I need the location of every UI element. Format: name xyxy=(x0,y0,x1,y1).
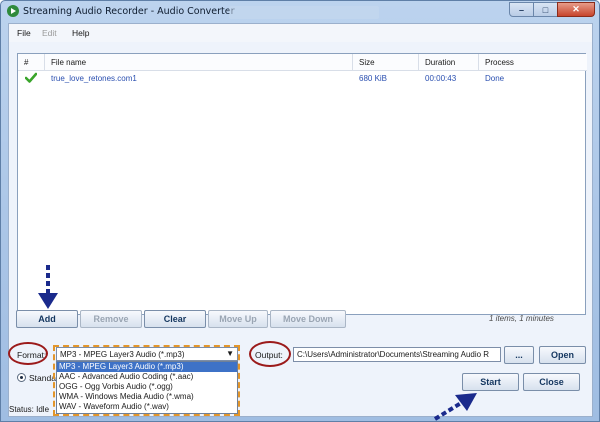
format-label: Format: xyxy=(17,350,47,360)
list-summary: 1 items, 1 minutes xyxy=(489,314,554,323)
browse-button[interactable]: ... xyxy=(504,346,534,364)
table-row[interactable]: true_love_retones.com1 680 KiB 00:00:43 … xyxy=(18,72,585,86)
menu-help[interactable]: Help xyxy=(72,28,89,38)
file-list[interactable]: # File name Size Duration Process true_l… xyxy=(17,53,587,315)
chevron-down-icon[interactable]: ▼ xyxy=(226,349,234,358)
format-option-ogg[interactable]: OGG - Ogg Vorbis Audio (*.ogg) xyxy=(57,382,237,392)
remove-button[interactable]: Remove xyxy=(80,310,142,328)
column-header-duration[interactable]: Duration xyxy=(419,54,479,71)
column-header-size[interactable]: Size xyxy=(353,54,419,71)
close-button[interactable]: Close xyxy=(523,373,580,391)
menu-edit[interactable]: Edit xyxy=(42,28,57,38)
format-option-wma[interactable]: WMA - Windows Media Audio (*.wma) xyxy=(57,392,237,402)
output-label: Output: xyxy=(255,350,283,360)
format-option-aac[interactable]: AAC - Advanced Audio Coding (*.aac) xyxy=(57,372,237,382)
cell-file-name: true_love_retones.com1 xyxy=(51,74,137,83)
format-select[interactable]: MP3 - MPEG Layer3 Audio (*.mp3) ▼ xyxy=(56,347,238,361)
column-header-process[interactable]: Process xyxy=(479,54,587,71)
cell-duration: 00:00:43 xyxy=(425,74,457,83)
standard-radio[interactable] xyxy=(17,373,26,382)
close-window-button[interactable]: ✕ xyxy=(557,2,595,17)
menu-bar: File Edit Help xyxy=(9,24,592,42)
cell-process: Done xyxy=(485,74,505,83)
minimize-button[interactable]: – xyxy=(509,2,534,17)
client-area: File Edit Help # File name Size Duration… xyxy=(8,23,593,417)
title-bar-blur xyxy=(229,6,379,19)
output-path-field[interactable]: C:\Users\Administrator\Documents\Streami… xyxy=(293,347,501,362)
menu-file[interactable]: File xyxy=(17,28,31,38)
move-up-button[interactable]: Move Up xyxy=(208,310,268,328)
start-button[interactable]: Start xyxy=(462,373,519,391)
format-option-mp3[interactable]: MP3 - MPEG Layer3 Audio (*.mp3) xyxy=(57,362,237,372)
clear-button[interactable]: Clear xyxy=(144,310,206,328)
title-bar[interactable]: Streaming Audio Recorder - Audio Convert… xyxy=(1,1,599,23)
open-button[interactable]: Open xyxy=(539,346,586,364)
status-bar: Status: Idle xyxy=(9,403,592,418)
format-selected-value: MP3 - MPEG Layer3 Audio (*.mp3) xyxy=(60,350,185,359)
add-button[interactable]: Add xyxy=(16,310,78,328)
cell-size: 680 KiB xyxy=(359,74,388,83)
standard-radio-label: Standa xyxy=(29,373,56,383)
window-title: Streaming Audio Recorder - Audio Convert… xyxy=(23,6,235,17)
column-header-index[interactable]: # xyxy=(18,54,45,71)
app-window: Streaming Audio Recorder - Audio Convert… xyxy=(0,0,600,422)
status-text: Status: Idle xyxy=(9,405,50,414)
checkmark-icon xyxy=(25,72,37,83)
app-icon xyxy=(7,5,19,17)
maximize-button[interactable]: □ xyxy=(533,2,558,17)
column-header-file-name[interactable]: File name xyxy=(45,54,353,71)
move-down-button[interactable]: Move Down xyxy=(270,310,346,328)
